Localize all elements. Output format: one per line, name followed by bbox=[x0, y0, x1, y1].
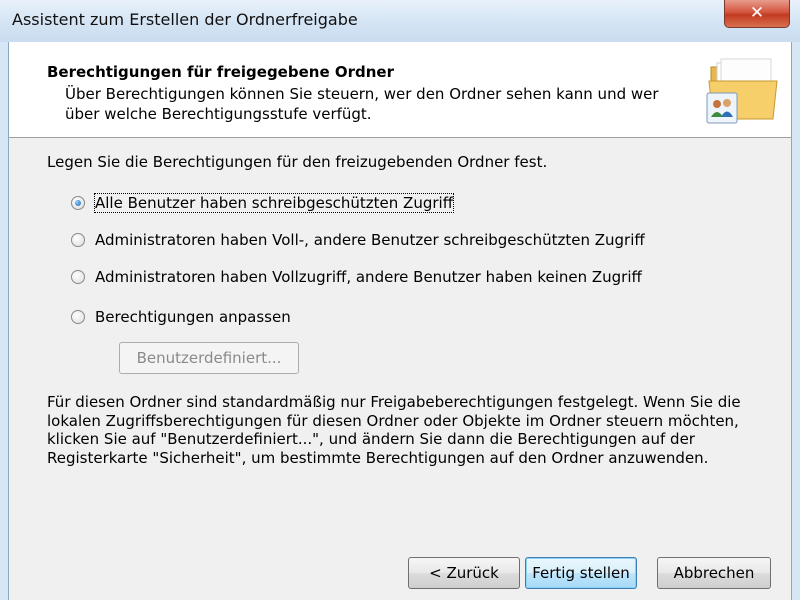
header-subtitle: Über Berechtigungen können Sie steuern, … bbox=[65, 85, 659, 123]
header-title: Berechtigungen für freigegebene Ordner bbox=[47, 63, 394, 81]
option-label: Berechtigungen anpassen bbox=[95, 308, 291, 326]
option-label: Administratoren haben Voll-, andere Benu… bbox=[95, 231, 645, 249]
cancel-button[interactable]: Abbrechen bbox=[657, 557, 771, 589]
shared-folder-users-icon bbox=[706, 58, 778, 124]
wizard-dialog: Berechtigungen für freigegebene Ordner Ü… bbox=[8, 42, 792, 600]
custom-permissions-button[interactable]: Benutzerdefiniert... bbox=[119, 342, 299, 374]
back-button[interactable]: < Zurück bbox=[408, 557, 520, 589]
title-bar: Assistent zum Erstellen der Ordnerfreiga… bbox=[0, 0, 800, 42]
finish-button[interactable]: Fertig stellen bbox=[525, 557, 637, 589]
info-text: Für diesen Ordner sind standardmäßig nur… bbox=[47, 393, 741, 467]
option-label: Alle Benutzer haben schreibgeschützten Z… bbox=[93, 193, 455, 213]
radio-button[interactable] bbox=[71, 270, 85, 284]
radio-button[interactable] bbox=[71, 233, 85, 247]
wizard-header: Berechtigungen für freigegebene Ordner Ü… bbox=[9, 42, 791, 138]
option-custom-permissions[interactable]: Berechtigungen anpassen bbox=[71, 306, 291, 328]
close-icon: ✕ bbox=[749, 3, 765, 23]
close-button[interactable]: ✕ bbox=[724, 0, 790, 28]
radio-button[interactable] bbox=[71, 196, 85, 210]
option-all-readonly[interactable]: Alle Benutzer haben schreibgeschützten Z… bbox=[71, 192, 455, 214]
radio-button[interactable] bbox=[71, 310, 85, 324]
option-label: Administratoren haben Vollzugriff, ander… bbox=[95, 268, 642, 286]
window-title: Assistent zum Erstellen der Ordnerfreiga… bbox=[12, 10, 358, 29]
intro-text: Legen Sie die Berechtigungen für den fre… bbox=[47, 153, 548, 171]
option-admin-full-others-none[interactable]: Administratoren haben Vollzugriff, ander… bbox=[71, 266, 642, 288]
option-admin-full-others-readonly[interactable]: Administratoren haben Voll-, andere Benu… bbox=[71, 229, 645, 251]
